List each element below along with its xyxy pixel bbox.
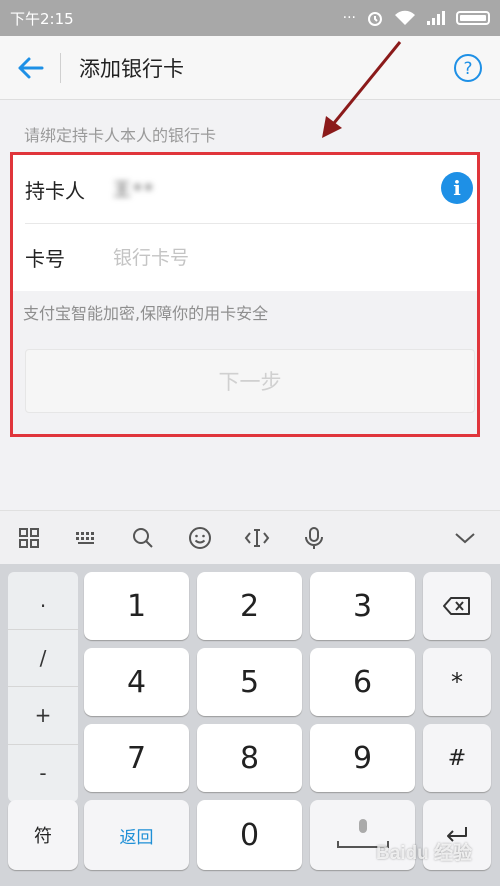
apps-grid-button[interactable] [0,511,57,565]
symbol-key[interactable]: - [8,745,78,803]
status-bar: 下午2:15 ··· [0,0,500,36]
card-number-row: 卡号 [25,223,477,291]
status-time: 下午2:15 [10,9,74,28]
keyboard-toolbar [0,510,500,564]
battery-icon [456,11,490,25]
wifi-icon [395,10,415,25]
bind-hint: 请绑定持卡人本人的银行卡 [24,126,217,145]
more-dots-icon: ··· [342,10,356,26]
alarm-icon [368,12,382,26]
arrow-left-icon [18,57,44,78]
symbol-column: . / + - [8,572,78,802]
info-icon[interactable]: i [441,172,473,204]
return-key[interactable]: 返回 [84,800,189,870]
key-9[interactable]: 9 [310,724,415,792]
card-number-label: 卡号 [25,247,65,271]
key-7[interactable]: 7 [84,724,189,792]
key-4[interactable]: 4 [84,648,189,716]
card-form-highlight: 持卡人 王** 卡号 i 支付宝智能加密,保障你的用卡安全 下一步 [10,152,480,437]
symbol-key[interactable]: + [8,687,78,745]
backspace-key[interactable] [423,572,491,640]
header-divider [60,52,61,83]
key-5[interactable]: 5 [197,648,302,716]
multiply-key[interactable]: * [423,648,491,716]
smiley-icon [188,526,211,549]
search-icon [132,527,153,548]
text-cursor-icon [244,528,269,547]
field-group: 持卡人 王** 卡号 i [13,155,477,291]
status-icons: ··· [343,9,490,27]
backspace-icon [443,597,470,615]
keyboard-layout-button[interactable] [57,511,114,565]
microphone-icon [304,526,323,549]
key-1[interactable]: 1 [84,572,189,640]
keyboard-icon [75,531,94,544]
symbol-key[interactable]: / [8,630,78,687]
help-button[interactable]: ? [436,36,500,100]
app-header: 添加银行卡 ? [0,36,500,100]
symbol-key[interactable]: . [8,572,78,630]
search-button[interactable] [114,511,171,565]
signal-icon [427,11,445,25]
baidu-watermark: Baidu 经验 [376,843,473,864]
svg-text:?: ? [463,59,472,79]
key-8[interactable]: 8 [197,724,302,792]
next-step-button[interactable]: 下一步 [25,349,475,413]
key-0[interactable]: 0 [197,800,302,870]
key-3[interactable]: 3 [310,572,415,640]
hash-key[interactable]: # [423,724,491,792]
page-title: 添加银行卡 [79,56,184,81]
grid-icon [18,527,39,548]
card-number-input[interactable] [113,246,413,269]
chevron-down-icon [455,532,475,543]
security-note: 支付宝智能加密,保障你的用卡安全 [23,304,269,323]
cardholder-row: 持卡人 王** [13,155,477,223]
voice-button[interactable] [285,511,342,565]
key-6[interactable]: 6 [310,648,415,716]
cardholder-name: 王** [113,180,155,201]
emoji-button[interactable] [171,511,228,565]
symbol-switch-key[interactable]: 符 [8,800,78,870]
collapse-keyboard-button[interactable] [430,511,500,565]
key-2[interactable]: 2 [197,572,302,640]
cursor-button[interactable] [228,511,285,565]
back-button[interactable] [0,36,60,100]
cardholder-label: 持卡人 [25,178,85,203]
question-icon: ? [454,53,482,82]
